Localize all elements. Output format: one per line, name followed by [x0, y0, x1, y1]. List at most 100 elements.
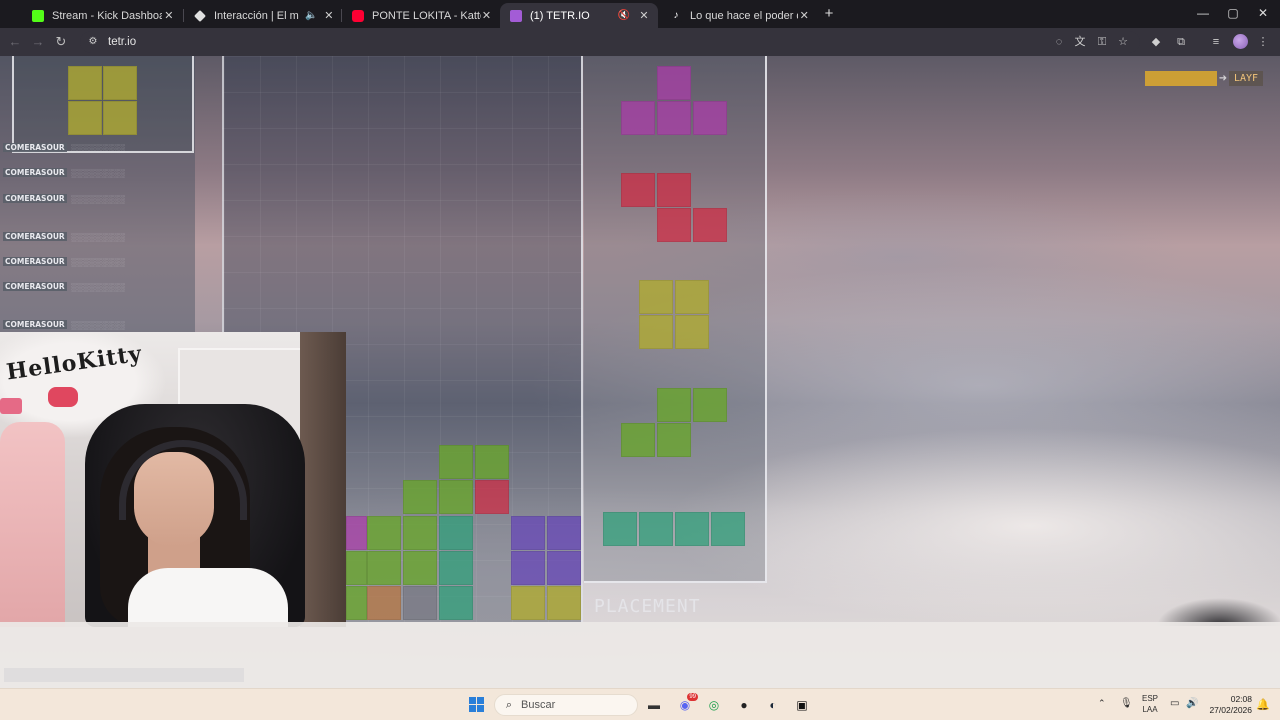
block — [103, 66, 137, 100]
close-icon[interactable]: ✕ — [798, 9, 810, 22]
epic-games-icon[interactable]: ▣ — [792, 695, 812, 715]
block — [511, 586, 545, 620]
notification-bell-icon[interactable]: 🔔 — [1256, 698, 1270, 711]
block — [675, 512, 709, 546]
reload-icon[interactable]: ↻ — [52, 33, 70, 51]
block — [68, 66, 102, 100]
tab-tetrio[interactable]: (1) TETR.IO 🔇 ✕ — [500, 3, 658, 28]
tab-tiktok[interactable]: ♪ Lo que hace el poder del diner ✕ — [660, 3, 816, 28]
block — [657, 173, 691, 207]
wall-sign — [0, 398, 22, 414]
close-icon[interactable]: ✕ — [481, 9, 492, 22]
url-text: tetr.io — [108, 36, 137, 48]
tab-ponte-lokita[interactable]: PONTE LOKITA - Katteyes x Kic ✕ — [342, 3, 498, 28]
badge-bar — [1145, 70, 1217, 86]
block — [547, 516, 581, 550]
block — [367, 586, 401, 620]
webcam-overlay: HelloKitty — [0, 332, 346, 627]
block — [621, 173, 655, 207]
menu-icon[interactable]: ⋮ — [1255, 34, 1271, 50]
chat-line: COMERASOUR ░░░░░░░░░ — [3, 142, 125, 153]
chat-username: COMERASOUR — [3, 168, 67, 177]
block — [621, 423, 655, 457]
extensions-icon[interactable]: ⧉ — [1173, 34, 1189, 50]
block — [621, 101, 655, 135]
close-icon[interactable]: ✕ — [636, 9, 652, 22]
eye-off-icon[interactable]: ◌ — [1051, 34, 1067, 50]
block — [475, 480, 509, 514]
chat-username: COMERASOUR — [3, 194, 67, 203]
tetrio-icon — [510, 9, 522, 22]
microphone-icon[interactable]: 🎙 — [1120, 698, 1133, 709]
block — [547, 586, 581, 620]
block — [439, 445, 473, 479]
arrow-right-icon: ➜ — [1218, 72, 1228, 84]
key-icon[interactable]: ⚿ — [1094, 34, 1110, 50]
profile-avatar[interactable] — [1233, 34, 1248, 49]
chat-username: COMERASOUR — [3, 282, 67, 291]
wall-banner: HelloKitty — [4, 340, 144, 386]
system-clock[interactable]: 02:08 27/02/2026 — [1200, 694, 1252, 716]
language-indicator[interactable]: ESP LAA — [1142, 693, 1158, 715]
chat-line: COMERASOUR ░░░░░░░░░ — [3, 319, 125, 330]
diamond-icon — [194, 9, 206, 22]
block — [346, 551, 367, 585]
address-bar[interactable]: ⚙ tetr.io — [80, 31, 1140, 53]
block — [103, 101, 137, 135]
site-info-icon[interactable]: ⚙ — [86, 35, 100, 49]
close-icon[interactable]: ✕ — [324, 9, 334, 22]
block — [693, 208, 727, 242]
block — [439, 516, 473, 550]
translate-icon[interactable]: 文 — [1072, 34, 1088, 50]
close-window-button[interactable]: ✕ — [1249, 4, 1277, 22]
mute-icon[interactable]: 🔈 — [305, 10, 317, 21]
windows-start-icon[interactable] — [469, 697, 484, 712]
chevron-up-icon[interactable]: ⌃ — [1098, 698, 1106, 709]
extension-diamond-icon[interactable]: ◆ — [1148, 34, 1164, 50]
tiktok-icon: ♪ — [670, 9, 682, 22]
tab-kick-dashboard[interactable]: Stream - Kick Dashboard ✕ — [22, 3, 182, 28]
windows-taskbar: ⌕ Buscar ▬ ◉ 99 ◎ ● ◐ ▣ ⌃ 🎙 ESP LAA ▭ 🔊 0… — [0, 688, 1280, 720]
language-layout: LAA — [1142, 705, 1158, 714]
maximize-button[interactable]: ▢ — [1219, 4, 1247, 22]
block — [511, 516, 545, 550]
bookmark-star-icon[interactable]: ☆ — [1115, 34, 1131, 50]
chat-line: COMERASOUR ░░░░░░░░░ — [3, 281, 125, 292]
block — [693, 388, 727, 422]
block — [675, 280, 709, 314]
chat-username: COMERASOUR — [3, 257, 67, 266]
language-code: ESP — [1142, 694, 1159, 703]
minimize-button[interactable]: — — [1189, 4, 1217, 22]
game-viewport: COMERASOUR ░░░░░░░░░ COMERASOUR ░░░░░░░░░ … — [0, 56, 1280, 688]
media-app-icon[interactable]: ● — [734, 695, 754, 715]
tab-title: Lo que hace el poder del diner — [690, 9, 798, 22]
block — [439, 551, 473, 585]
badge-label: LAYF — [1229, 70, 1264, 86]
back-arrow-icon[interactable]: ← — [6, 33, 24, 51]
taskbar-search[interactable]: ⌕ Buscar — [494, 694, 638, 716]
discord-icon[interactable]: ◉ 99 — [675, 693, 698, 715]
block — [346, 586, 367, 620]
block — [403, 480, 437, 514]
kick-icon — [32, 9, 44, 22]
block — [547, 551, 581, 585]
file-explorer-icon[interactable]: ▬ — [644, 695, 664, 715]
new-tab-button[interactable]: + — [820, 5, 838, 23]
tab-title: (1) TETR.IO — [530, 9, 590, 22]
steam-icon[interactable]: ◐ — [763, 695, 783, 715]
chat-line: COMERASOUR ░░░░░░░░░ — [3, 256, 125, 267]
close-icon[interactable]: ✕ — [162, 9, 176, 22]
volume-icon[interactable]: 🔊 — [1186, 698, 1198, 709]
block — [403, 516, 437, 550]
chrome-icon[interactable]: ◎ — [704, 695, 724, 715]
bottom-overlay — [0, 622, 1280, 688]
tab-interaccion[interactable]: Interacción | El mejor softw 🔈 ✕ — [184, 3, 340, 28]
forward-arrow-icon[interactable]: → — [29, 33, 47, 51]
network-icon[interactable]: ▭ — [1170, 698, 1179, 709]
chat-input-ghost — [4, 668, 244, 682]
mute-icon[interactable]: 🔇 — [618, 10, 630, 21]
media-control-icon[interactable]: ≡ — [1208, 34, 1224, 50]
block — [439, 586, 473, 620]
chat-line: COMERASOUR ░░░░░░░░░ — [3, 167, 125, 178]
browser-toolbar: ← → ↻ ⚙ tetr.io ◌ 文 ⚿ ☆ ◆ ⧉ ≡ ⋮ — [0, 28, 1280, 56]
